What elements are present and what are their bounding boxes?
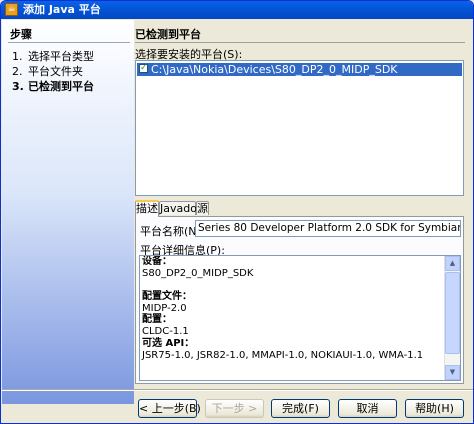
step-label: 选择平台类型: [28, 50, 94, 63]
details-line: 可选 API：: [142, 337, 195, 349]
button-bar-divider-highlight: [2, 390, 473, 391]
tab-description[interactable]: 描述: [135, 200, 159, 217]
cancel-button[interactable]: 取消: [338, 399, 397, 418]
checkbox[interactable]: ✓: [139, 64, 148, 73]
steps-heading: 步骤: [10, 28, 32, 41]
details-text: 设备： S80_DP2_0_MIDP_SDK 配置文件： MIDP-2.0 配置： CLD…: [142, 256, 442, 361]
window-title: 添加 Java 平台: [23, 3, 101, 16]
title-divider: [135, 42, 465, 43]
platform-path: C:\Java\Nokia\Devices\S80_DP2_0_MIDP_SDK: [151, 63, 398, 76]
details-line: S80_DP2_0_MIDP_SDK: [142, 267, 254, 279]
page-title: 已检测到平台: [135, 28, 201, 41]
main-panel: 已检测到平台 选择要安装的平台(S): ✓ C:\Java\Nokia\Devi…: [135, 20, 472, 404]
list-item[interactable]: ✓ C:\Java\Nokia\Devices\S80_DP2_0_MIDP_S…: [137, 63, 462, 76]
add-java-platform-dialog: ☕ 添加 Java 平台 步骤 1. 选择平台类型 2. 平台文件夹 3. 已检测到平…: [0, 0, 474, 424]
title-bar[interactable]: ☕ 添加 Java 平台: [1, 1, 473, 19]
details-line: [142, 279, 442, 291]
finish-button[interactable]: 完成(F): [271, 399, 330, 418]
details-line: CLDC-1.1: [142, 326, 189, 338]
java-cup-icon: ☕: [5, 3, 18, 16]
step-label: 平台文件夹: [28, 65, 83, 78]
details-line: MIDP-2.0: [142, 302, 187, 314]
next-button[interactable]: 下一步 >: [205, 399, 264, 418]
help-button[interactable]: 帮助(H): [405, 399, 464, 418]
steps-divider: [8, 42, 130, 43]
scroll-down-icon[interactable]: ▼: [445, 365, 460, 380]
tab-javadoc[interactable]: Javadoc: [159, 201, 203, 215]
steps-sidebar: 步骤 1. 选择平台类型 2. 平台文件夹 3. 已检测到平台: [2, 20, 134, 404]
step-item-3: 3. 已检测到平台: [12, 78, 94, 94]
step-item-1: 1. 选择平台类型: [12, 48, 94, 64]
platform-details-area[interactable]: 设备： S80_DP2_0_MIDP_SDK 配置文件： MIDP-2.0 配置： CLD…: [139, 255, 461, 381]
details-line: 配置文件：: [142, 291, 192, 303]
step-number: 3.: [12, 80, 24, 93]
step-number: 1.: [12, 50, 23, 63]
platform-name-field[interactable]: Series 80 Developer Platform 2.0 SDK for…: [195, 220, 461, 237]
scroll-up-icon[interactable]: ▲: [445, 256, 460, 271]
details-line: JSR75-1.0, JSR82-1.0, MMAPI-1.0, NOKIAUI…: [142, 349, 424, 361]
description-panel: 平台名称(N): Series 80 Developer Platform 2.…: [135, 216, 464, 384]
step-item-2: 2. 平台文件夹: [12, 63, 83, 79]
step-number: 2.: [12, 65, 23, 78]
details-line: 配置：: [142, 314, 172, 326]
scroll-thumb[interactable]: [445, 272, 460, 354]
details-line: 设备：: [142, 256, 172, 267]
back-button[interactable]: < 上一步(B): [138, 399, 201, 418]
platform-list[interactable]: ✓ C:\Java\Nokia\Devices\S80_DP2_0_MIDP_S…: [135, 60, 464, 196]
tab-source[interactable]: 源: [196, 201, 209, 215]
vertical-scrollbar[interactable]: ▲ ▼: [444, 256, 460, 380]
step-label: 已检测到平台: [28, 80, 94, 93]
